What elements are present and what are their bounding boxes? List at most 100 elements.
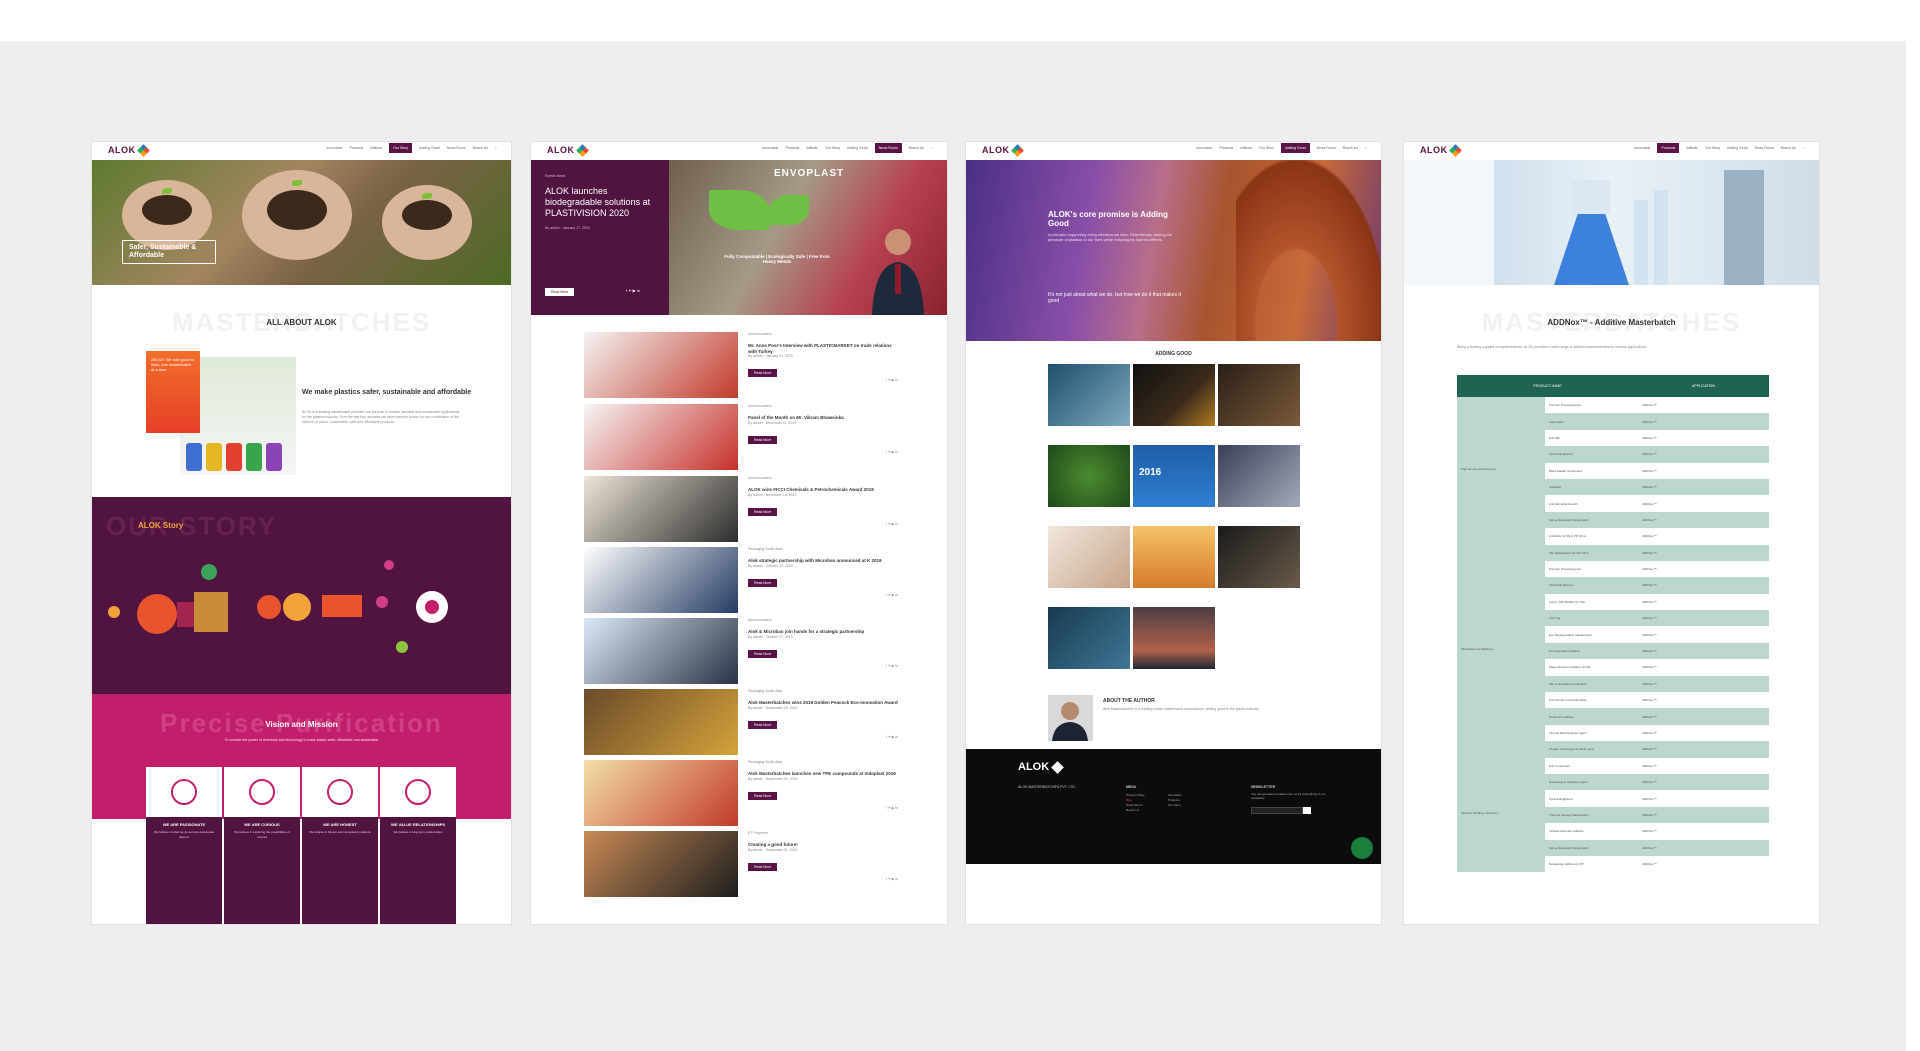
search-icon[interactable]: ⌕: [1365, 146, 1367, 153]
news-category: ET Polymers: [748, 831, 768, 835]
footer-link[interactable]: Reach Us: [1126, 808, 1186, 813]
news-thumbnail[interactable]: [584, 760, 738, 826]
nav-item-reach-us[interactable]: Reach Us: [1343, 146, 1358, 153]
nav-item-news-room[interactable]: News Room: [1317, 146, 1336, 153]
news-read-more-button[interactable]: Read More: [748, 649, 778, 658]
share-icons[interactable]: f ✦ ▶ in: [886, 522, 898, 527]
news-read-more-button[interactable]: Read More: [748, 435, 778, 444]
search-icon[interactable]: ⌕: [1803, 146, 1805, 153]
table-product-cell: Flame Retardant Masterbatch: [1545, 511, 1638, 529]
news-thumbnail[interactable]: [584, 332, 738, 398]
newsletter-email-input[interactable]: [1251, 807, 1303, 814]
nav-item-products[interactable]: Products: [1219, 146, 1233, 153]
nav-item-products[interactable]: Products: [785, 146, 799, 153]
nav-bar: ALOK Innovation Products Attitude Our St…: [531, 142, 947, 160]
nav-item-products[interactable]: Products: [1657, 143, 1680, 153]
nav-item-attitude[interactable]: Attitude: [370, 146, 382, 153]
table-row: Active Cliff Modifier for Talc ADDNox™: [1457, 593, 1769, 611]
news-read-more-button[interactable]: Read More: [748, 578, 778, 587]
nav-item-adding-good[interactable]: Adding Good: [1727, 146, 1747, 153]
table-category-cell: [1457, 593, 1545, 611]
gallery-image-award[interactable]: [1133, 364, 1215, 426]
table-category-cell: [1457, 708, 1545, 725]
timeline-node: [384, 560, 394, 570]
featured-read-more-button[interactable]: Read More: [545, 288, 575, 296]
logo[interactable]: ALOK: [1420, 143, 1462, 157]
news-thumbnail[interactable]: [584, 547, 738, 613]
share-icons[interactable]: f ✦ ▶ in: [886, 877, 898, 882]
search-icon[interactable]: ⌕: [495, 146, 497, 153]
nav-item-adding-good[interactable]: Adding Good: [847, 146, 867, 153]
news-thumbnail[interactable]: [584, 404, 738, 470]
nav-item-our-story[interactable]: Our Story: [825, 146, 840, 153]
search-icon[interactable]: ⌕: [931, 146, 933, 153]
news-title[interactable]: Alok strategic partnership with Microban…: [748, 558, 898, 564]
gallery-image-lab[interactable]: [1048, 364, 1130, 426]
footer-logo[interactable]: ALOK: [1018, 760, 1065, 774]
news-read-more-button[interactable]: Read More: [748, 791, 778, 800]
nav-item-reach-us[interactable]: Reach Us: [909, 146, 924, 153]
gallery-image-doctor[interactable]: [1048, 607, 1130, 669]
nav-item-products[interactable]: Products: [349, 146, 363, 153]
share-icons[interactable]: f ✦ ▶ in: [886, 450, 898, 455]
sprout-icon: [292, 180, 302, 186]
table-product-cell: Polymer Processing Aid: [1549, 403, 1581, 408]
news-item: Announcement ALOK wins FICCI Chemicals & …: [584, 476, 904, 542]
share-icons[interactable]: f ✦ ▶ in: [886, 378, 898, 383]
news-thumbnail[interactable]: [584, 831, 738, 897]
nav-item-attitude[interactable]: Attitude: [806, 146, 818, 153]
news-title[interactable]: Mr. Anns Poor's Interview with PLASTICMA…: [748, 343, 898, 354]
story-section: OUR STORY ALOK Story: [92, 497, 511, 694]
news-read-more-button[interactable]: Read More: [748, 862, 778, 871]
nav-item-innovation[interactable]: Innovation: [326, 146, 342, 153]
table-application-cell: ADDNox™: [1638, 839, 1769, 856]
news-read-more-button[interactable]: Read More: [748, 720, 778, 729]
chat-widget-icon[interactable]: [1351, 837, 1373, 859]
news-meta: By admin · October 30, 2019: [748, 563, 793, 568]
news-thumbnail[interactable]: [584, 618, 738, 684]
gallery-image-kite[interactable]: [1133, 526, 1215, 588]
nav-item-attitude[interactable]: Attitude: [1240, 146, 1252, 153]
gallery-image-green[interactable]: [1048, 445, 1130, 507]
nav-item-attitude[interactable]: Attitude: [1686, 146, 1698, 153]
gallery-image-worker[interactable]: [1218, 364, 1300, 426]
logo[interactable]: ALOK: [108, 143, 150, 157]
homepage-screenshot: ALOK Innovation Products Attitude Our St…: [92, 142, 511, 924]
nav-item-news-room[interactable]: News Room: [874, 143, 902, 153]
nav-item-our-story[interactable]: Our Story: [389, 143, 413, 153]
nav-item-news-room[interactable]: News Room: [1755, 146, 1774, 153]
news-thumbnail[interactable]: [584, 689, 738, 755]
nav-item-news-room[interactable]: News Room: [447, 146, 466, 153]
nav-item-our-story[interactable]: Our Story: [1705, 146, 1720, 153]
newsletter-submit-button[interactable]: [1303, 807, 1311, 814]
gallery-image-robot[interactable]: [1218, 445, 1300, 507]
nav-item-innovation[interactable]: Innovation: [1634, 146, 1650, 153]
nav-item-innovation[interactable]: Innovation: [1196, 146, 1212, 153]
gallery-image-2016-event[interactable]: 2016: [1133, 445, 1215, 507]
table-application-cell: ADDNox™: [1638, 478, 1769, 496]
share-icons[interactable]: f ✦ ▶ in: [626, 288, 640, 293]
gallery-image-child[interactable]: [1048, 526, 1130, 588]
gallery-image-portrait[interactable]: [1218, 526, 1300, 588]
nav-item-reach-us[interactable]: Reach Us: [1781, 146, 1796, 153]
news-title[interactable]: Alok Masterbatches wins 2019 Golden Peac…: [748, 700, 898, 706]
nav-item-innovation[interactable]: Innovation: [762, 146, 778, 153]
nav-item-reach-us[interactable]: Reach Us: [473, 146, 488, 153]
news-thumbnail[interactable]: [584, 476, 738, 542]
logo[interactable]: ALOK: [547, 143, 589, 157]
footer-link[interactable]: Our Story: [1168, 803, 1182, 808]
news-read-more-button[interactable]: Read More: [748, 369, 778, 377]
share-icons[interactable]: f ✦ ▶ in: [886, 806, 898, 811]
product-table: PRODUCT NAME APPLICATION Polymer Process…: [1457, 375, 1769, 873]
news-read-more-button[interactable]: Read More: [748, 507, 778, 516]
share-icons[interactable]: f ✦ ▶ in: [886, 735, 898, 740]
nav-item-adding-good[interactable]: Adding Good: [1281, 143, 1310, 153]
gallery-image-harbor[interactable]: [1133, 607, 1215, 669]
logo[interactable]: ALOK: [982, 143, 1024, 157]
news-title[interactable]: Alok Masterbatches launches new TPE comp…: [748, 771, 898, 777]
nav-item-our-story[interactable]: Our Story: [1259, 146, 1274, 153]
share-icons[interactable]: f ✦ ▶ in: [886, 664, 898, 669]
table-row: Polymer Processing Aid ADDNox™: [1457, 560, 1769, 578]
nav-item-adding-good[interactable]: Adding Good: [419, 146, 439, 153]
share-icons[interactable]: f ✦ ▶ in: [886, 593, 898, 598]
